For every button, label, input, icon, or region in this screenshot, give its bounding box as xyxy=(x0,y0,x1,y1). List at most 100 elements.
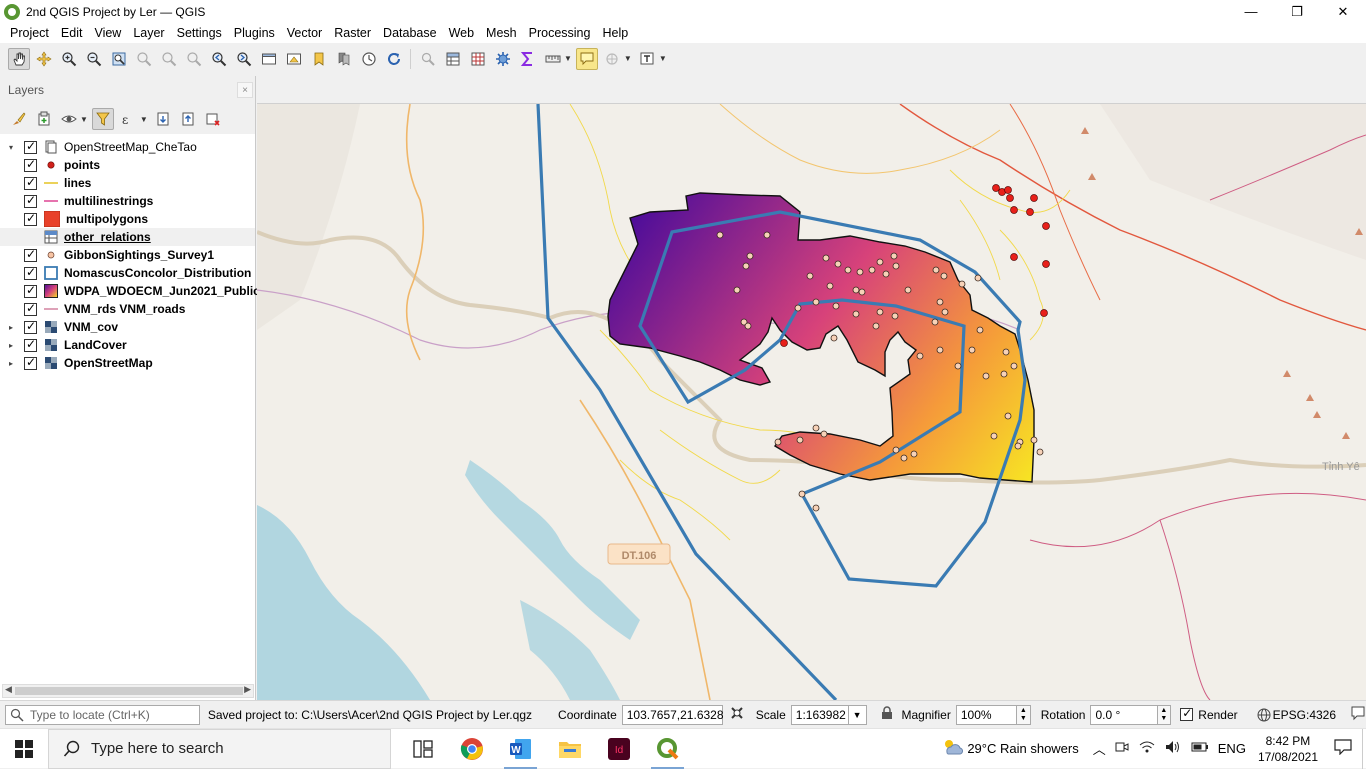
expand-chevron-icon[interactable]: ▸ xyxy=(6,359,16,368)
refresh-icon[interactable] xyxy=(383,48,405,70)
layer-openstreetmap[interactable]: ▸ OpenStreetMap xyxy=(0,354,255,372)
zoom-to-layer-icon[interactable] xyxy=(158,48,180,70)
scale-dropdown-chevron-down-icon[interactable]: ▼ xyxy=(848,704,867,725)
coordinate-field[interactable]: 103.7657,21.6328 xyxy=(621,704,724,725)
zoom-next-icon[interactable] xyxy=(233,48,255,70)
layer-vnm-roads[interactable]: VNM_rds VNM_roads xyxy=(0,300,255,318)
menu-plugins[interactable]: Plugins xyxy=(228,26,281,40)
layer-visibility-checkbox[interactable] xyxy=(24,175,37,190)
layer-visibility-checkbox[interactable] xyxy=(24,355,37,370)
show-hidden-icons-chevron-up-icon[interactable]: ︿ xyxy=(1093,739,1106,758)
map-themes-chevron-down-icon[interactable]: ▼ xyxy=(80,115,88,124)
remove-layer-icon[interactable] xyxy=(202,108,224,130)
magnifier-field[interactable]: 100% xyxy=(955,704,1017,725)
layer-visibility-checkbox[interactable] xyxy=(24,193,37,208)
layer-lines[interactable]: lines xyxy=(0,174,255,192)
rotation-field[interactable]: 0.0 ° xyxy=(1090,704,1158,725)
menu-database[interactable]: Database xyxy=(377,26,443,40)
windows-start-button[interactable] xyxy=(0,729,48,769)
chrome-icon[interactable] xyxy=(447,729,496,769)
expression-filter-chevron-down-icon[interactable]: ▼ xyxy=(140,115,148,124)
layer-visibility-checkbox[interactable] xyxy=(24,319,37,334)
file-explorer-icon[interactable] xyxy=(545,729,594,769)
menu-web[interactable]: Web xyxy=(443,26,480,40)
layer-tree-horizontal-scrollbar[interactable]: ◀ ▶ xyxy=(2,684,254,698)
menu-raster[interactable]: Raster xyxy=(328,26,377,40)
filter-legend-icon[interactable] xyxy=(92,108,115,130)
pan-to-selection-icon[interactable] xyxy=(33,48,55,70)
crs-button[interactable]: EPSG:4326 xyxy=(1257,708,1336,722)
layer-visibility-checkbox[interactable] xyxy=(24,139,37,154)
clock[interactable]: 8:42 PM 17/08/2021 xyxy=(1258,733,1318,765)
collapse-all-icon[interactable] xyxy=(177,108,199,130)
layer-vnm-cov[interactable]: ▸ VNM_cov xyxy=(0,318,255,336)
identify-features-icon[interactable] xyxy=(417,48,439,70)
layer-visibility-checkbox[interactable] xyxy=(24,157,37,172)
zoom-out-icon[interactable] xyxy=(83,48,105,70)
expand-chevron-icon[interactable]: ▸ xyxy=(6,323,16,332)
magnifier-spinner[interactable]: ▲ ▼ xyxy=(1016,704,1031,725)
layer-visibility-checkbox[interactable] xyxy=(24,337,37,352)
weather-icon[interactable] xyxy=(941,738,964,759)
show-desktop-button[interactable] xyxy=(1362,728,1366,769)
taskbar-search-box[interactable]: Type here to search xyxy=(48,728,391,769)
scroll-right-icon[interactable]: ▶ xyxy=(244,684,251,695)
language-indicator[interactable]: ENG xyxy=(1218,741,1246,756)
menu-mesh[interactable]: Mesh xyxy=(480,26,523,40)
wifi-icon[interactable] xyxy=(1139,740,1155,757)
scroll-left-icon[interactable]: ◀ xyxy=(5,684,12,695)
layer-other-relations[interactable]: other_relations xyxy=(0,228,255,246)
pan-hand-icon[interactable] xyxy=(7,47,30,70)
menu-help[interactable]: Help xyxy=(596,26,634,40)
messages-icon[interactable] xyxy=(1350,705,1366,724)
annotation-dropdown-chevron-down-icon[interactable]: ▼ xyxy=(659,54,667,63)
layer-visibility-checkbox[interactable] xyxy=(24,301,37,316)
layer-multipolygons[interactable]: multipolygons xyxy=(0,210,255,228)
layer-visibility-checkbox[interactable] xyxy=(24,283,37,298)
map-canvas[interactable]: DT.106 Tỉnh Yê xyxy=(257,104,1366,700)
close-panel-icon[interactable]: × xyxy=(237,82,253,98)
menu-settings[interactable]: Settings xyxy=(171,26,228,40)
layer-visibility-checkbox[interactable] xyxy=(24,247,37,262)
layer-visibility-checkbox[interactable] xyxy=(24,265,37,280)
manage-map-themes-icon[interactable] xyxy=(58,108,80,130)
zoom-full-icon[interactable] xyxy=(108,48,130,70)
field-calculator-icon[interactable] xyxy=(467,48,489,70)
layer-openstreetmap-chetao[interactable]: ▾ OpenStreetMap_CheTao xyxy=(0,138,255,156)
notifications-icon[interactable] xyxy=(1334,739,1352,758)
measure-dropdown-chevron-down-icon[interactable]: ▼ xyxy=(564,54,572,63)
zoom-last-icon[interactable] xyxy=(208,48,230,70)
word-icon[interactable]: W xyxy=(496,729,545,769)
menu-layer[interactable]: Layer xyxy=(127,26,170,40)
open-layer-styling-icon[interactable] xyxy=(8,108,30,130)
collapse-chevron-icon[interactable]: ▾ xyxy=(6,143,16,152)
scrollbar-thumb[interactable] xyxy=(15,687,243,695)
map-tips-icon[interactable] xyxy=(576,47,599,70)
render-checkbox[interactable] xyxy=(1180,706,1194,721)
scale-field[interactable]: 1:163982 xyxy=(790,704,849,725)
layer-visibility-checkbox[interactable] xyxy=(24,211,37,226)
zoom-in-icon[interactable] xyxy=(58,48,80,70)
menu-edit[interactable]: Edit xyxy=(55,26,89,40)
layer-nomascus-distribution[interactable]: NomascusConcolor_Distribution xyxy=(0,264,255,282)
show-bookmarks-icon[interactable] xyxy=(333,48,355,70)
new-spatial-bookmark-icon[interactable] xyxy=(308,48,330,70)
new-3d-map-view-icon[interactable] xyxy=(283,48,305,70)
volume-icon[interactable] xyxy=(1165,740,1181,757)
minimize-button[interactable]: — xyxy=(1228,0,1274,23)
temporal-controller-icon[interactable] xyxy=(358,48,380,70)
menu-vector[interactable]: Vector xyxy=(281,26,328,40)
zoom-to-selection-icon[interactable] xyxy=(133,48,155,70)
zoom-native-icon[interactable] xyxy=(183,48,205,70)
new-map-view-icon[interactable] xyxy=(258,48,280,70)
meet-now-icon[interactable] xyxy=(1115,740,1129,757)
expand-chevron-icon[interactable]: ▸ xyxy=(6,341,16,350)
attribute-table-icon[interactable] xyxy=(442,48,464,70)
menu-project[interactable]: Project xyxy=(4,26,55,40)
layer-landcover[interactable]: ▸ LandCover xyxy=(0,336,255,354)
processing-toolbox-icon[interactable] xyxy=(492,48,514,70)
layer-points[interactable]: points xyxy=(0,156,255,174)
filter-by-expression-icon[interactable]: ε xyxy=(117,108,139,130)
text-annotation-icon[interactable] xyxy=(636,48,658,70)
select-features-icon[interactable] xyxy=(601,48,623,70)
